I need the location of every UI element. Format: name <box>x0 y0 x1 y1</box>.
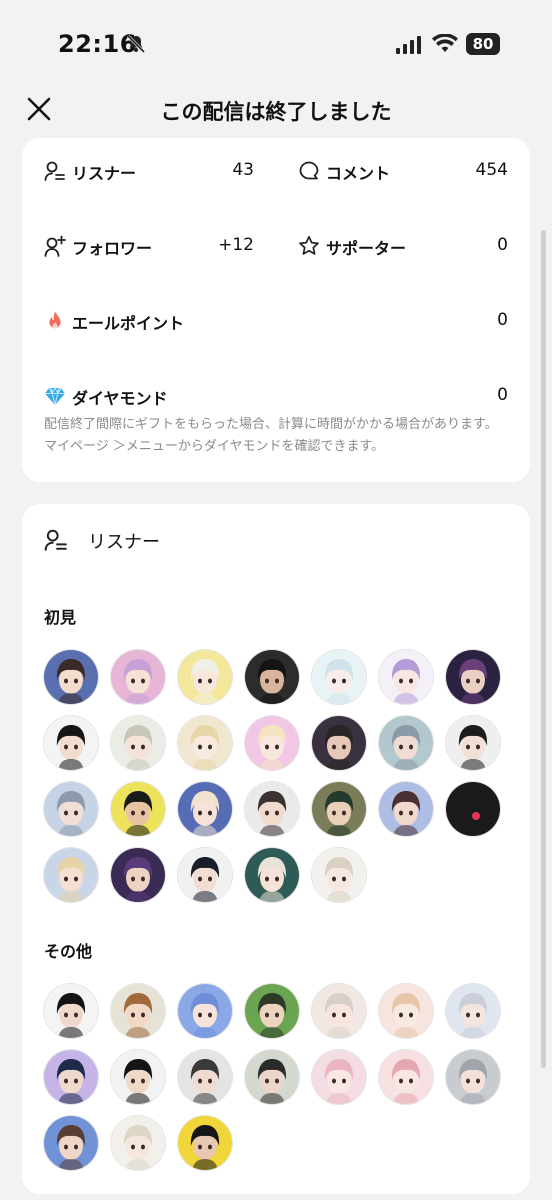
diamond-icon <box>45 387 65 406</box>
stat-followers-value: +12 <box>218 235 254 255</box>
flame-icon <box>49 311 61 329</box>
listener-avatar[interactable] <box>312 848 366 902</box>
stat-followers-label: フォロワー <box>72 239 153 258</box>
stat-diamonds: ダイヤモンド 0 <box>44 381 508 411</box>
comment-bubble-icon <box>299 161 319 180</box>
listener-avatar[interactable] <box>44 1116 98 1170</box>
listener-avatar[interactable] <box>245 650 299 704</box>
listener-avatar[interactable] <box>44 984 98 1038</box>
stat-diamonds-label: ダイヤモンド <box>72 389 168 408</box>
stat-comments: コメント 454 <box>298 156 508 186</box>
listener-avatar[interactable] <box>379 1050 433 1104</box>
listener-avatar[interactable] <box>111 782 165 836</box>
stat-comments-value: 454 <box>475 160 508 180</box>
listener-icon <box>44 529 67 551</box>
stat-supporters: サポーター 0 <box>298 231 508 261</box>
listener-avatar[interactable] <box>312 716 366 770</box>
stat-diamonds-value: 0 <box>497 385 508 405</box>
listener-avatar[interactable] <box>111 984 165 1038</box>
listener-icon <box>44 161 65 181</box>
listener-avatar[interactable] <box>379 984 433 1038</box>
listener-avatar[interactable] <box>312 984 366 1038</box>
status-bar: 22:16 80 <box>0 0 552 88</box>
section-title-others: その他 <box>44 942 93 961</box>
listener-avatar[interactable] <box>178 984 232 1038</box>
listener-avatar[interactable] <box>44 650 98 704</box>
listener-avatar[interactable] <box>178 1050 232 1104</box>
stat-comments-label: コメント <box>326 164 391 183</box>
listener-avatar[interactable] <box>111 650 165 704</box>
listener-avatar[interactable] <box>446 716 500 770</box>
diamond-delay-note: 配信終了間際にギフトをもらった場合、計算に時間がかかる場合があります。マイページ… <box>44 417 498 454</box>
listener-avatar[interactable] <box>446 984 500 1038</box>
listener-avatar[interactable] <box>111 1050 165 1104</box>
listener-avatar[interactable] <box>312 782 366 836</box>
listener-avatar[interactable] <box>312 650 366 704</box>
listener-avatar[interactable] <box>245 716 299 770</box>
listener-avatar[interactable] <box>111 848 165 902</box>
listener-avatar[interactable] <box>44 1050 98 1104</box>
listener-avatar[interactable] <box>44 716 98 770</box>
listener-avatar[interactable] <box>245 1050 299 1104</box>
section-title-first-time: 初見 <box>44 608 77 627</box>
listener-avatar[interactable] <box>446 782 500 836</box>
listener-avatar[interactable] <box>245 782 299 836</box>
listener-avatar[interactable] <box>44 848 98 902</box>
listener-avatar[interactable] <box>379 716 433 770</box>
cellular-signal-icon <box>396 36 421 54</box>
stat-yell-points: エールポイント 0 <box>44 306 508 336</box>
stat-listeners: リスナー 43 <box>44 156 254 186</box>
stat-supporters-label: サポーター <box>326 239 407 258</box>
listener-avatar[interactable] <box>44 782 98 836</box>
scrollbar[interactable] <box>541 230 546 1068</box>
bell-muted-icon <box>126 34 146 54</box>
stat-yell-points-label: エールポイント <box>72 314 185 333</box>
listener-avatar[interactable] <box>312 1050 366 1104</box>
star-icon <box>299 235 319 255</box>
listener-avatar[interactable] <box>379 782 433 836</box>
listener-avatar[interactable] <box>245 848 299 902</box>
stat-yell-points-value: 0 <box>497 310 508 330</box>
battery-indicator: 80 <box>466 33 500 55</box>
stat-supporters-value: 0 <box>497 235 508 255</box>
page-title: この配信は終了しました <box>160 100 392 124</box>
listener-list-card: リスナー 初見 その他 <box>22 504 530 1194</box>
follower-add-icon <box>44 235 66 257</box>
listener-avatar[interactable] <box>111 1116 165 1170</box>
wifi-icon <box>432 34 458 52</box>
listener-avatar[interactable] <box>178 1116 232 1170</box>
listener-avatar[interactable] <box>178 650 232 704</box>
listener-avatar[interactable] <box>446 650 500 704</box>
nav-bar: この配信は終了しました <box>0 88 552 136</box>
stat-listeners-value: 43 <box>232 160 254 180</box>
listener-avatar[interactable] <box>245 984 299 1038</box>
stream-stats-card: リスナー 43 コメント 454 フォロワー +12 サポーター 0 エールポイ… <box>22 138 530 482</box>
stat-followers: フォロワー +12 <box>44 231 254 261</box>
listener-list-title: リスナー <box>88 532 160 553</box>
listener-avatar[interactable] <box>379 650 433 704</box>
listener-avatar[interactable] <box>178 716 232 770</box>
listener-avatar[interactable] <box>446 1050 500 1104</box>
listener-avatar[interactable] <box>178 848 232 902</box>
listener-avatar[interactable] <box>178 782 232 836</box>
listener-avatar[interactable] <box>111 716 165 770</box>
stat-listeners-label: リスナー <box>72 164 137 183</box>
